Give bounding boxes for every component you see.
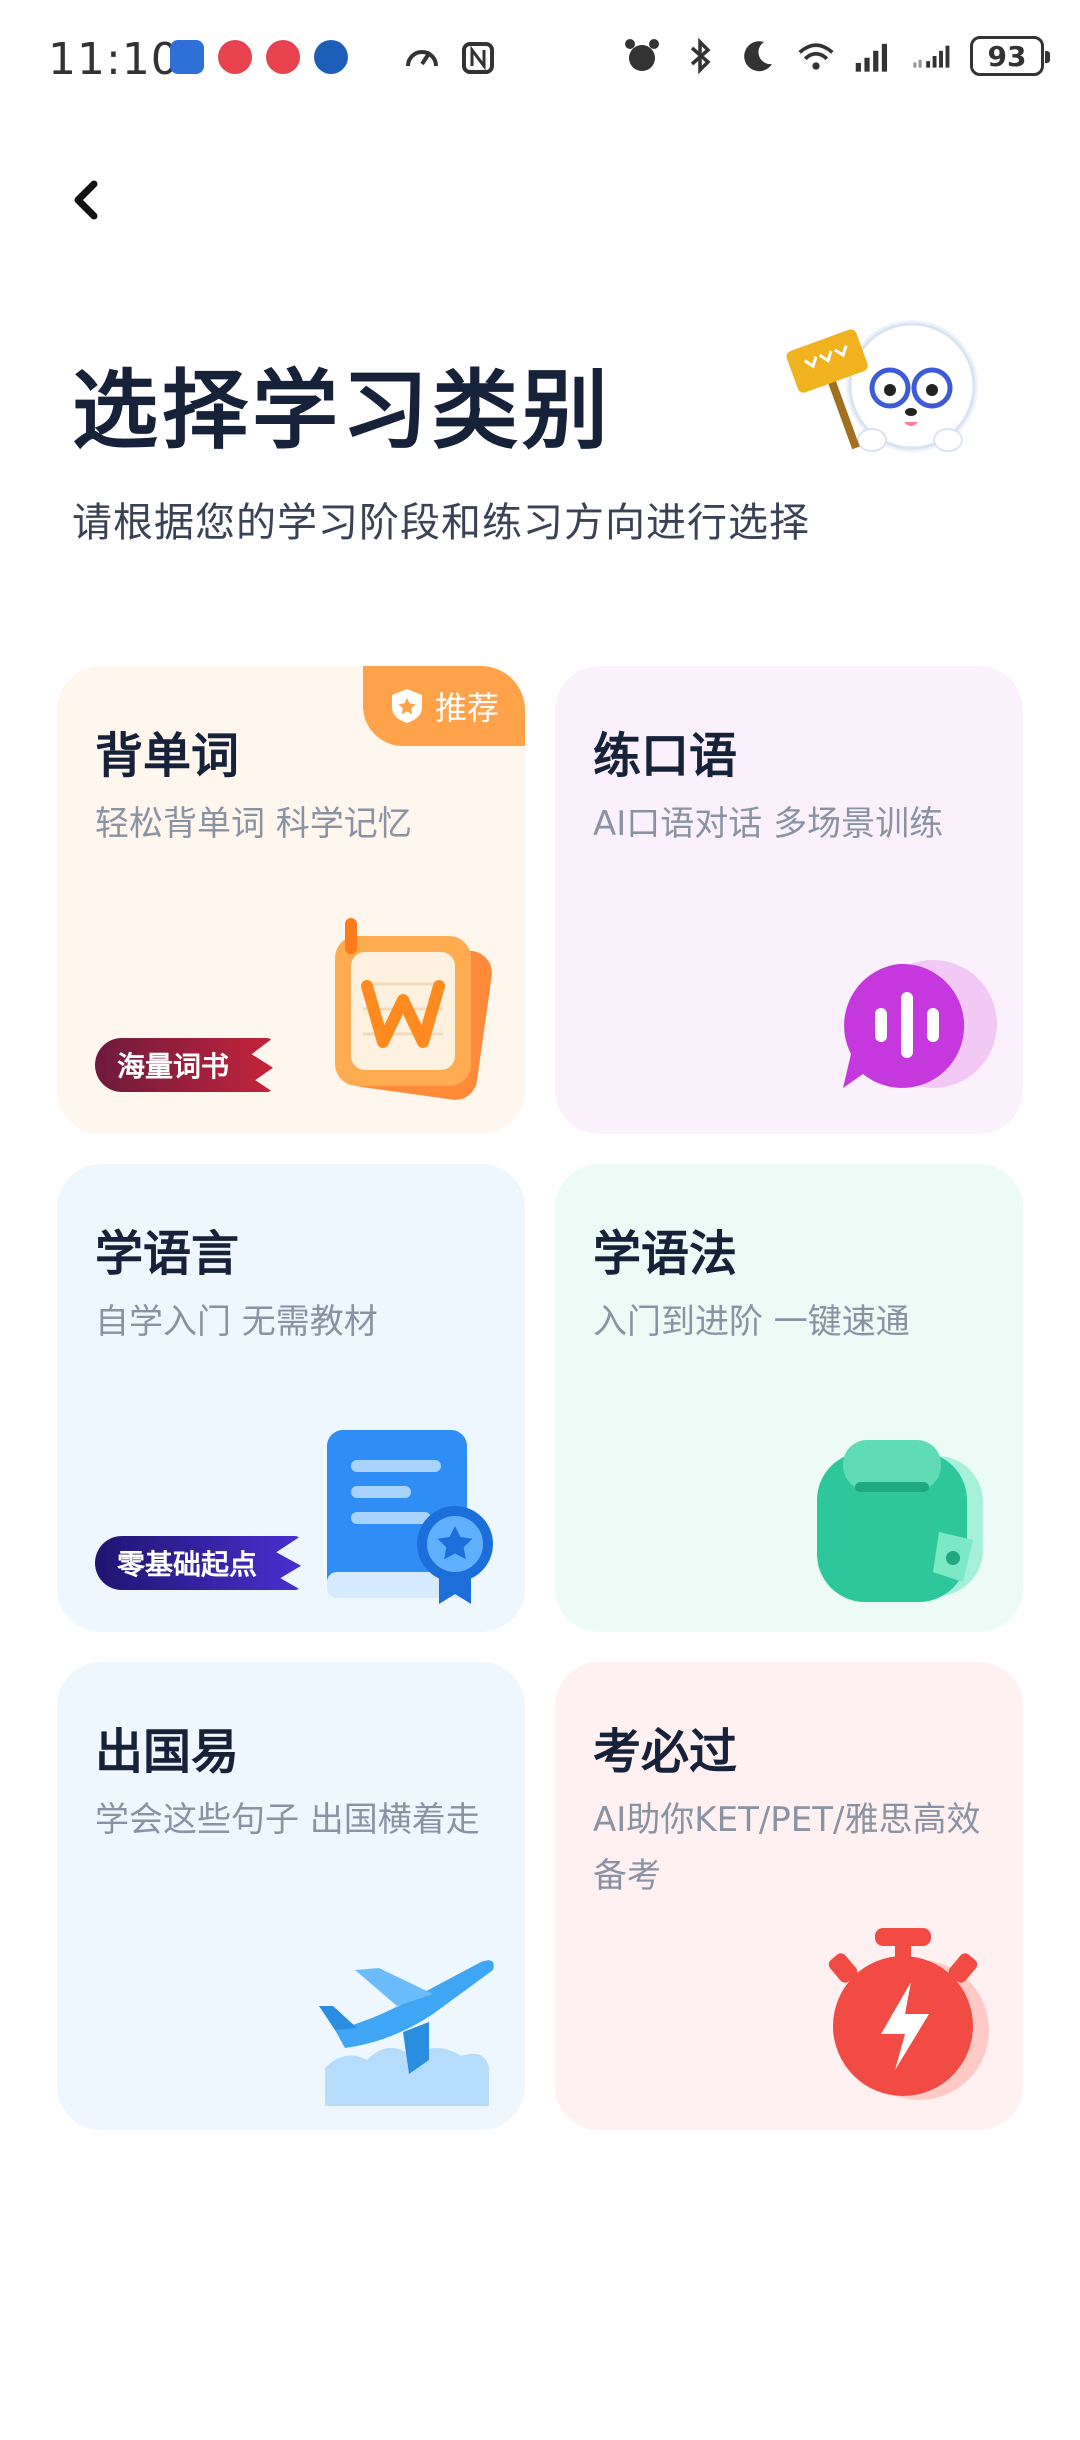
- page-subtitle: 请根据您的学习阶段和练习方向进行选择: [72, 500, 810, 546]
- card-title: 背单词: [95, 728, 240, 784]
- card-tag: 零基础起点: [95, 1536, 302, 1590]
- speed-icon: [402, 38, 442, 78]
- category-card-exam[interactable]: 考必过 AI助你KET/PET/雅思高效备考: [555, 1662, 1023, 2130]
- category-card-language[interactable]: 学语言 自学入门 无需教材 零基础起点: [57, 1164, 525, 1632]
- stopwatch-icon: [803, 1910, 1003, 2110]
- status-time: 11:10: [48, 34, 180, 85]
- textbook-icon: [305, 1412, 505, 1612]
- notification-icons: [170, 40, 348, 74]
- card-title: 学语言: [95, 1226, 240, 1282]
- battery-level: 93: [987, 39, 1027, 73]
- signal-icon: [854, 36, 894, 76]
- app-notification-icon: [170, 40, 204, 74]
- app-notification-icon: [266, 40, 300, 74]
- card-description: 学会这些句子 出国横着走: [95, 1800, 480, 1840]
- mascot-illustration: [780, 300, 980, 470]
- status-bar: 11:10 93: [0, 0, 1080, 120]
- card-description: AI口语对话 多场景训练: [593, 804, 944, 844]
- card-title: 考必过: [593, 1724, 738, 1780]
- shield-star-icon: [391, 689, 422, 723]
- back-button[interactable]: [56, 170, 116, 230]
- wifi-icon: [796, 36, 836, 76]
- alarm-icon: [622, 36, 662, 76]
- category-card-grammar[interactable]: 学语法 入门到进阶 一键速通: [555, 1164, 1023, 1632]
- card-description: AI助你KET/PET/雅思高效备考: [593, 1800, 981, 1896]
- airplane-icon: [305, 1910, 505, 2110]
- word-book-icon: [305, 914, 505, 1114]
- category-card-travel[interactable]: 出国易 学会这些句子 出国横着走: [57, 1662, 525, 2130]
- nfc-icon: [458, 38, 498, 78]
- battery-indicator: 93: [970, 36, 1050, 76]
- card-description: 入门到进阶 一键速通: [593, 1302, 910, 1342]
- card-tag: 海量词书: [95, 1038, 274, 1092]
- category-card-vocabulary[interactable]: 推荐 背单词 轻松背单词 科学记忆 海量词书: [57, 666, 525, 1134]
- app-notification-icon: [218, 40, 252, 74]
- signal-2-icon: [912, 36, 952, 76]
- card-description: 自学入门 无需教材: [95, 1302, 378, 1342]
- card-title: 练口语: [593, 728, 738, 784]
- page-title: 选择学习类别: [72, 361, 612, 461]
- voice-chat-icon: [803, 914, 1003, 1114]
- card-title: 出国易: [95, 1724, 240, 1780]
- category-card-speaking[interactable]: 练口语 AI口语对话 多场景训练: [555, 666, 1023, 1134]
- card-title: 学语法: [593, 1226, 738, 1282]
- card-description: 轻松背单词 科学记忆: [95, 804, 412, 844]
- app-notification-icon: [314, 40, 348, 74]
- bluetooth-icon: [680, 36, 720, 76]
- grammar-bag-icon: [803, 1412, 1003, 1612]
- moon-icon: [738, 36, 778, 76]
- recommend-label: 推荐: [434, 689, 499, 727]
- recommend-badge: 推荐: [363, 666, 525, 746]
- chevron-left-icon: [74, 180, 98, 220]
